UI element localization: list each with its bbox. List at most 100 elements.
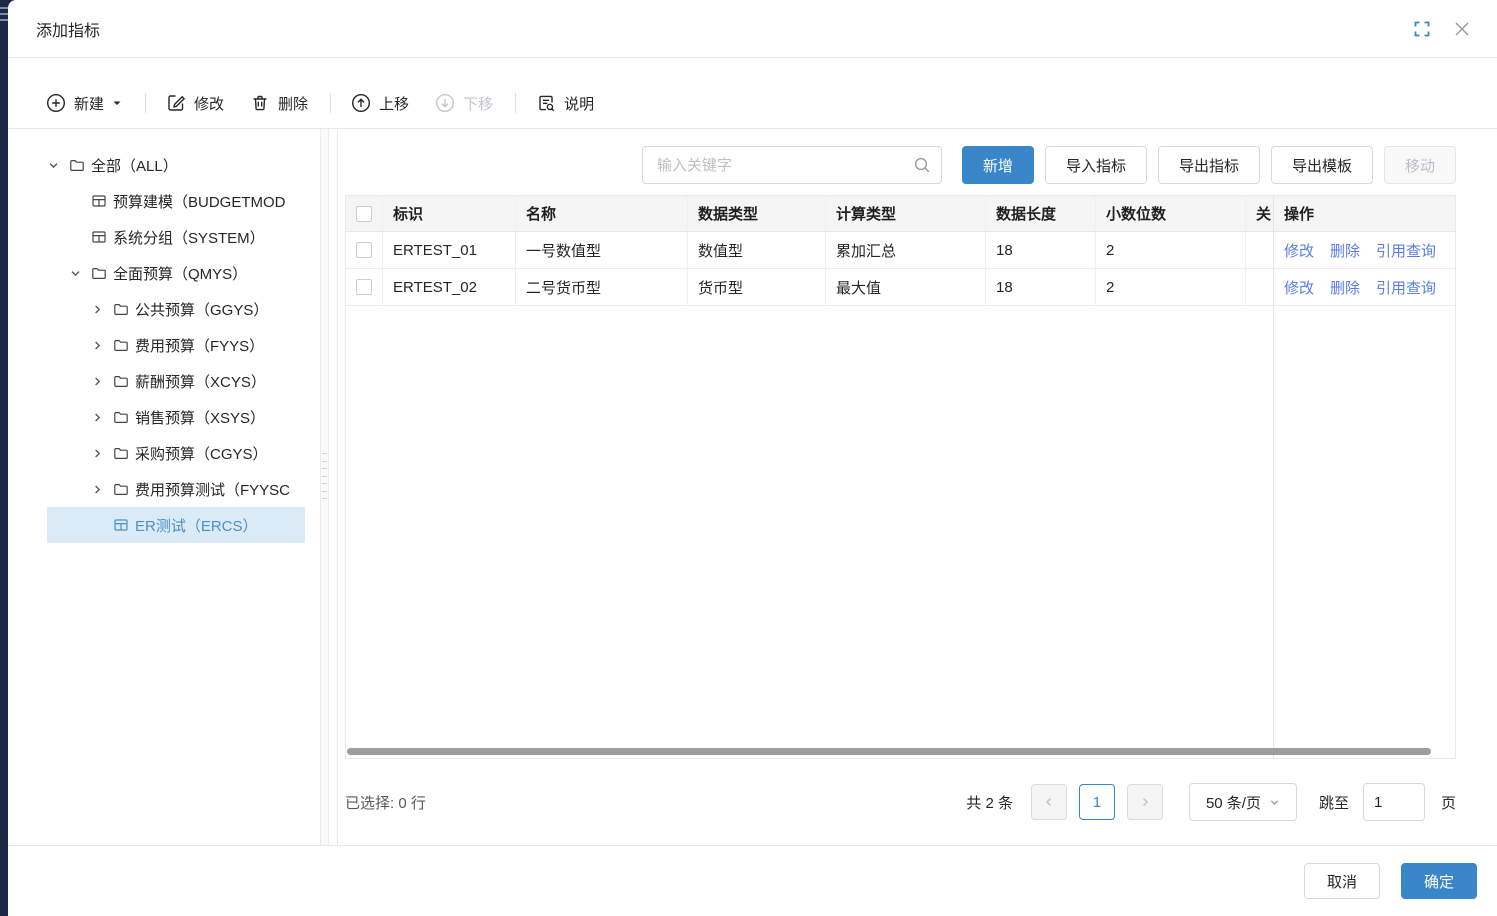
cell-id: ERTEST_02 — [383, 269, 516, 305]
indicator-table: 标识 名称 数据类型 计算类型 数据长度 小数位数 关 操作 ERTEST_01… — [345, 195, 1456, 759]
row-checkbox[interactable] — [356, 242, 372, 258]
tree-item-label: 预算建模（BUDGETMOD — [113, 191, 286, 212]
cell-calc-type: 最大值 — [826, 269, 986, 305]
cell-data-type: 货币型 — [688, 269, 826, 305]
tree-item-ggys[interactable]: 公共预算（GGYS） — [47, 291, 305, 327]
chevron-right-icon[interactable] — [91, 483, 113, 496]
folder-icon — [113, 373, 135, 389]
add-indicator-dialog: 添加指标 新建 — [8, 0, 1497, 916]
new-button-label: 新建 — [74, 93, 104, 114]
move-up-button-label: 上移 — [379, 93, 409, 114]
page-unit-label: 页 — [1441, 792, 1456, 813]
tree-item-qmys[interactable]: 全面预算（QMYS） — [47, 255, 305, 291]
note-button[interactable]: 说明 — [536, 93, 594, 114]
col-header-name: 名称 — [516, 196, 688, 231]
group-tree: 全部（ALL） 预算建模（BUDGETMOD 系统分组（SYSTEM） — [8, 129, 320, 845]
chevron-down-icon[interactable] — [69, 267, 91, 280]
folder-icon — [113, 445, 135, 461]
trash-icon — [250, 93, 270, 113]
move-down-button: 下移 — [435, 93, 493, 114]
col-header-data-type: 数据类型 — [688, 196, 826, 231]
row-delete-link[interactable]: 删除 — [1330, 277, 1360, 298]
close-icon[interactable] — [1451, 18, 1473, 40]
tree-item-budgetmodel[interactable]: 预算建模（BUDGETMOD — [47, 183, 305, 219]
page-size-select[interactable]: 50 条/页 — [1189, 783, 1297, 821]
col-header-calc-type: 计算类型 — [826, 196, 986, 231]
select-all-checkbox[interactable] — [356, 206, 372, 222]
toolbar-separator — [515, 93, 516, 113]
chevron-down-icon[interactable] — [47, 159, 69, 172]
search-icon[interactable] — [913, 156, 931, 174]
tree-item-all[interactable]: 全部（ALL） — [47, 147, 305, 183]
export-indicator-button[interactable]: 导出指标 — [1158, 146, 1260, 184]
arrow-down-circle-icon — [435, 93, 455, 113]
chevron-right-icon[interactable] — [91, 339, 113, 352]
cell-data-length: 18 — [986, 232, 1096, 268]
cell-decimal-digits: 2 — [1096, 232, 1246, 268]
panel-resizer[interactable] — [320, 129, 329, 845]
chevron-right-icon[interactable] — [91, 303, 113, 316]
selected-count: 已选择: 0 行 — [345, 792, 426, 813]
row-modify-link[interactable]: 修改 — [1284, 240, 1314, 261]
cell-truncated — [1246, 232, 1274, 268]
resizer-grip-icon[interactable] — [322, 453, 327, 499]
row-modify-link[interactable]: 修改 — [1284, 277, 1314, 298]
row-delete-link[interactable]: 删除 — [1330, 240, 1360, 261]
move-up-button[interactable]: 上移 — [351, 93, 409, 114]
row-checkbox[interactable] — [356, 279, 372, 295]
move-button: 移动 — [1384, 146, 1456, 184]
add-button[interactable]: 新增 — [962, 146, 1034, 184]
modify-button-label: 修改 — [194, 93, 224, 114]
import-indicator-button[interactable]: 导入指标 — [1045, 146, 1147, 184]
fullscreen-icon[interactable] — [1411, 18, 1433, 40]
cell-data-type: 数值型 — [688, 232, 826, 268]
row-ref-query-link[interactable]: 引用查询 — [1376, 277, 1436, 298]
total-count: 共 2 条 — [966, 792, 1013, 813]
delete-button[interactable]: 删除 — [250, 93, 308, 114]
chevron-right-icon[interactable] — [91, 447, 113, 460]
dialog-footer: 取消 确定 — [8, 845, 1497, 916]
table-grid-icon — [91, 193, 113, 209]
tree-item-label: ER测试（ERCS） — [135, 515, 258, 536]
tree-item-cgys[interactable]: 采购预算（CGYS） — [47, 435, 305, 471]
table-header-row: 标识 名称 数据类型 计算类型 数据长度 小数位数 关 操作 — [346, 196, 1455, 232]
modify-button[interactable]: 修改 — [166, 93, 224, 114]
folder-icon — [113, 301, 135, 317]
export-template-button[interactable]: 导出模板 — [1271, 146, 1373, 184]
tree-item-ercs[interactable]: ER测试（ERCS） — [47, 507, 305, 543]
horizontal-scrollbar[interactable] — [347, 748, 1431, 755]
confirm-button[interactable]: 确定 — [1401, 863, 1477, 899]
tree-item-label: 销售预算（XSYS） — [135, 407, 265, 428]
keyword-search — [642, 146, 942, 184]
chevron-right-icon[interactable] — [91, 411, 113, 424]
toolbar-separator — [330, 93, 331, 113]
row-ref-query-link[interactable]: 引用查询 — [1376, 240, 1436, 261]
page-size-value: 50 条/页 — [1206, 792, 1261, 813]
col-header-truncated: 关 — [1246, 196, 1274, 231]
tree-toolbar: 新建 修改 删除 — [8, 58, 1497, 129]
cancel-button[interactable]: 取消 — [1304, 863, 1380, 899]
search-input[interactable] — [655, 156, 913, 175]
jump-page-input[interactable] — [1363, 783, 1425, 821]
new-button[interactable]: 新建 — [46, 93, 123, 114]
delete-button-label: 删除 — [278, 93, 308, 114]
jump-to-label: 跳至 — [1319, 792, 1349, 813]
tree-item-xsys[interactable]: 销售预算（XSYS） — [47, 399, 305, 435]
tree-item-fyysc[interactable]: 费用预算测试（FYYSC — [47, 471, 305, 507]
move-down-button-label: 下移 — [463, 93, 493, 114]
cell-calc-type: 累加汇总 — [826, 232, 986, 268]
tree-item-system[interactable]: 系统分组（SYSTEM） — [47, 219, 305, 255]
folder-icon — [113, 409, 135, 425]
col-header-operation: 操作 — [1274, 196, 1455, 231]
tree-item-xcys[interactable]: 薪酬预算（XCYS） — [47, 363, 305, 399]
tree-item-label: 采购预算（CGYS） — [135, 443, 268, 464]
tree-item-label: 费用预算测试（FYYSC — [135, 479, 290, 500]
tree-item-label: 全部（ALL） — [91, 155, 178, 176]
tree-item-label: 公共预算（GGYS） — [135, 299, 268, 320]
tree-item-fyys[interactable]: 费用预算（FYYS） — [47, 327, 305, 363]
table-row: ERTEST_01 一号数值型 数值型 累加汇总 18 2 修改 删除 引用查询 — [346, 232, 1455, 269]
chevron-right-icon[interactable] — [91, 375, 113, 388]
cell-name: 一号数值型 — [516, 232, 688, 268]
page-number-button[interactable]: 1 — [1079, 784, 1115, 820]
folder-icon — [91, 265, 113, 281]
